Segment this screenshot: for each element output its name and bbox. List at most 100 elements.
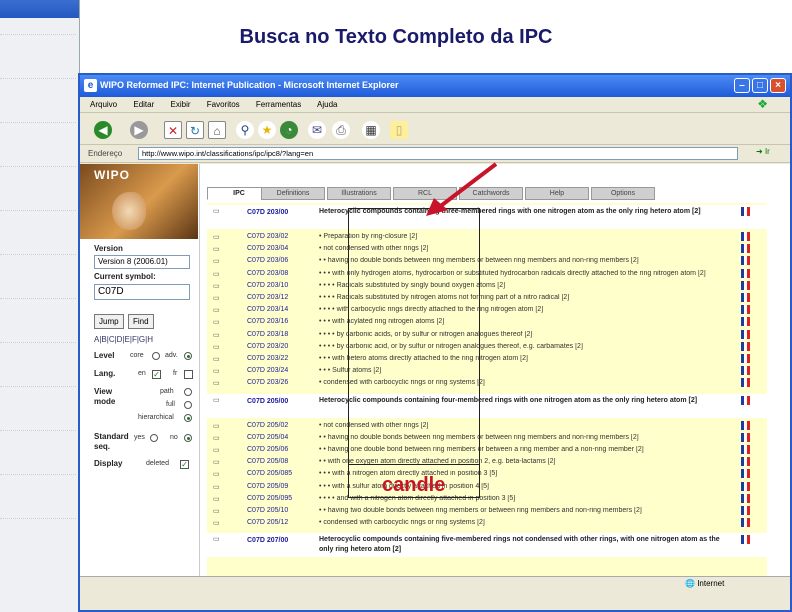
table-row[interactable]: ▭ C07D 203/08 • • • with only hydrogen ato… bbox=[207, 268, 767, 280]
view-path-radio[interactable] bbox=[184, 388, 192, 396]
menu-arquivo[interactable]: Arquivo bbox=[90, 100, 117, 109]
tab-rcl[interactable]: RCL bbox=[393, 187, 457, 200]
minimize-button[interactable]: – bbox=[734, 78, 750, 93]
jump-button[interactable]: Jump bbox=[94, 314, 124, 329]
tab-catchwords[interactable]: Catchwords bbox=[459, 187, 523, 200]
tab-definitions[interactable]: Definitions bbox=[261, 187, 325, 200]
level-adv-radio[interactable] bbox=[184, 352, 192, 360]
table-row[interactable]: ▭ C07D 203/02 • Preparation by ring-closur… bbox=[207, 231, 767, 243]
bookmark-icon[interactable]: ▭ bbox=[213, 318, 220, 326]
french-flag-icon[interactable] bbox=[741, 293, 750, 302]
bookmark-icon[interactable]: ▭ bbox=[213, 207, 220, 215]
french-flag-icon[interactable] bbox=[741, 280, 750, 290]
lang-en-checkbox[interactable]: ✓ bbox=[152, 370, 161, 379]
ipc-code-link[interactable]: C07D 205/085 bbox=[247, 470, 292, 477]
table-row[interactable]: ▭ C07D 205/08 • • with one oxygen atom dir… bbox=[207, 456, 767, 468]
table-row[interactable]: ▭ C07D 205/085 • • • with a nitrogen atom … bbox=[207, 468, 767, 480]
menu-exibir[interactable]: Exibir bbox=[171, 100, 191, 109]
ipc-code-link[interactable]: C07D 205/00 bbox=[247, 398, 288, 405]
bookmark-icon[interactable]: ▭ bbox=[213, 519, 220, 527]
table-row[interactable]: ▭ C07D 203/16 • • • with acylated ring nit… bbox=[207, 316, 767, 328]
table-row[interactable]: ▭ C07D 203/04 • not condensed with other r… bbox=[207, 243, 767, 255]
home-icon[interactable]: ⌂ bbox=[208, 121, 226, 139]
refresh-icon[interactable]: ↻ bbox=[186, 121, 204, 139]
bookmark-icon[interactable]: ▭ bbox=[213, 367, 220, 375]
french-flag-icon[interactable] bbox=[741, 506, 750, 515]
ipc-code-link[interactable]: C07D 205/02 bbox=[247, 422, 288, 429]
table-row[interactable]: ▭ C07D 205/10 • • having two double bonds … bbox=[207, 505, 767, 517]
ipc-code-link[interactable]: C07D 203/00 bbox=[247, 209, 288, 216]
ipc-code-link[interactable]: C07D 203/18 bbox=[247, 331, 288, 338]
bookmark-icon[interactable]: ▭ bbox=[213, 470, 220, 478]
french-flag-icon[interactable] bbox=[741, 481, 750, 491]
bookmark-icon[interactable]: ▭ bbox=[213, 495, 220, 503]
french-flag-icon[interactable] bbox=[741, 457, 750, 467]
messenger-icon[interactable]: ▯ bbox=[390, 121, 408, 139]
version-select[interactable]: Version 8 (2006.01) bbox=[94, 255, 190, 269]
french-flag-icon[interactable] bbox=[741, 232, 750, 241]
ipc-code-link[interactable]: C07D 203/16 bbox=[247, 318, 288, 325]
french-flag-icon[interactable] bbox=[741, 420, 750, 430]
table-row[interactable]: ▭ C07D 205/09 • • • with a sulfur atom dir… bbox=[207, 481, 767, 493]
bookmark-icon[interactable]: ▭ bbox=[213, 233, 220, 241]
ipc-code-link[interactable]: C07D 203/20 bbox=[247, 343, 288, 350]
french-flag-icon[interactable] bbox=[741, 378, 750, 388]
view-full-radio[interactable] bbox=[184, 401, 192, 409]
french-flag-icon[interactable] bbox=[741, 493, 750, 503]
lang-fr-checkbox[interactable] bbox=[184, 370, 193, 379]
french-flag-icon[interactable] bbox=[741, 395, 750, 405]
forward-icon[interactable]: ▶ bbox=[130, 121, 148, 139]
tab-illustrations[interactable]: Illustrations bbox=[327, 187, 391, 200]
menu-favoritos[interactable]: Favoritos bbox=[207, 100, 240, 109]
search-icon[interactable]: ⚲ bbox=[236, 121, 254, 139]
ipc-code-link[interactable]: C07D 203/22 bbox=[247, 355, 288, 362]
ipc-code-link[interactable]: C07D 203/12 bbox=[247, 294, 288, 301]
maximize-button[interactable]: □ bbox=[752, 78, 768, 93]
bookmark-icon[interactable]: ▭ bbox=[213, 270, 220, 278]
table-row[interactable]: ▭ C07D 203/20 • • • • by carbonic acid, or… bbox=[207, 341, 767, 353]
ipc-code-link[interactable]: C07D 203/02 bbox=[247, 233, 288, 240]
tab-options[interactable]: Options bbox=[591, 187, 655, 200]
ipc-code-link[interactable]: C07D 205/06 bbox=[247, 446, 288, 453]
print-icon[interactable]: ⎙ bbox=[332, 121, 350, 139]
bookmark-icon[interactable]: ▭ bbox=[213, 282, 220, 290]
ipc-code-link[interactable]: C07D 205/04 bbox=[247, 434, 288, 441]
ipc-code-link[interactable]: C07D 203/04 bbox=[247, 245, 288, 252]
back-icon[interactable]: ◀ bbox=[94, 121, 112, 139]
ipc-code-link[interactable]: C07D 205/08 bbox=[247, 458, 288, 465]
menu-ajuda[interactable]: Ajuda bbox=[317, 100, 337, 109]
table-row[interactable]: ▭ C07D 205/095 • • • • and with a nitrogen… bbox=[207, 493, 767, 505]
bookmark-icon[interactable]: ▭ bbox=[213, 483, 220, 491]
std-yes-radio[interactable] bbox=[150, 434, 158, 442]
french-flag-icon[interactable] bbox=[741, 518, 750, 528]
bookmark-icon[interactable]: ▭ bbox=[213, 257, 220, 265]
french-flag-icon[interactable] bbox=[741, 366, 750, 376]
french-flag-icon[interactable] bbox=[741, 305, 750, 315]
favorites-icon[interactable]: ★ bbox=[258, 121, 276, 139]
bookmark-icon[interactable]: ▭ bbox=[213, 535, 220, 543]
table-row[interactable]: ▭ C07D 205/06 • • having one double bond b… bbox=[207, 444, 767, 456]
bookmark-icon[interactable]: ▭ bbox=[213, 294, 220, 302]
mail-icon[interactable]: ✉ bbox=[308, 121, 326, 139]
table-row[interactable]: ▭ C07D 205/04 • • having no double bonds b… bbox=[207, 432, 767, 444]
level-core-radio[interactable] bbox=[152, 352, 160, 360]
address-input[interactable]: http://www.wipo.int/classifications/ipc/… bbox=[138, 147, 738, 160]
menu-ferramentas[interactable]: Ferramentas bbox=[256, 100, 301, 109]
ipc-code-link[interactable]: C07D 205/12 bbox=[247, 519, 288, 526]
ipc-code-link[interactable]: C07D 203/08 bbox=[247, 270, 288, 277]
stop-icon[interactable]: ✕ bbox=[164, 121, 182, 139]
table-row[interactable]: ▭ C07D 203/14 • • • • with carbocyclic rin… bbox=[207, 304, 767, 316]
group-header-row[interactable]: ▭ C07D 203/00 Heterocyclic compounds conta… bbox=[207, 205, 767, 229]
close-button[interactable]: × bbox=[770, 78, 786, 93]
french-flag-icon[interactable] bbox=[741, 445, 750, 454]
table-row[interactable]: ▭ C07D 203/24 • • • Sulfur atoms [2] bbox=[207, 365, 767, 377]
french-flag-icon[interactable] bbox=[741, 432, 750, 442]
ipc-code-link[interactable]: C07D 205/10 bbox=[247, 507, 288, 514]
ipc-code-link[interactable]: C07D 203/10 bbox=[247, 282, 288, 289]
display-deleted-checkbox[interactable]: ✓ bbox=[180, 460, 189, 469]
bookmark-icon[interactable]: ▭ bbox=[213, 458, 220, 466]
ipc-code-link[interactable]: C07D 205/095 bbox=[247, 495, 292, 502]
bookmark-icon[interactable]: ▭ bbox=[213, 306, 220, 314]
bookmark-icon[interactable]: ▭ bbox=[213, 446, 220, 454]
bookmark-icon[interactable]: ▭ bbox=[213, 355, 220, 363]
